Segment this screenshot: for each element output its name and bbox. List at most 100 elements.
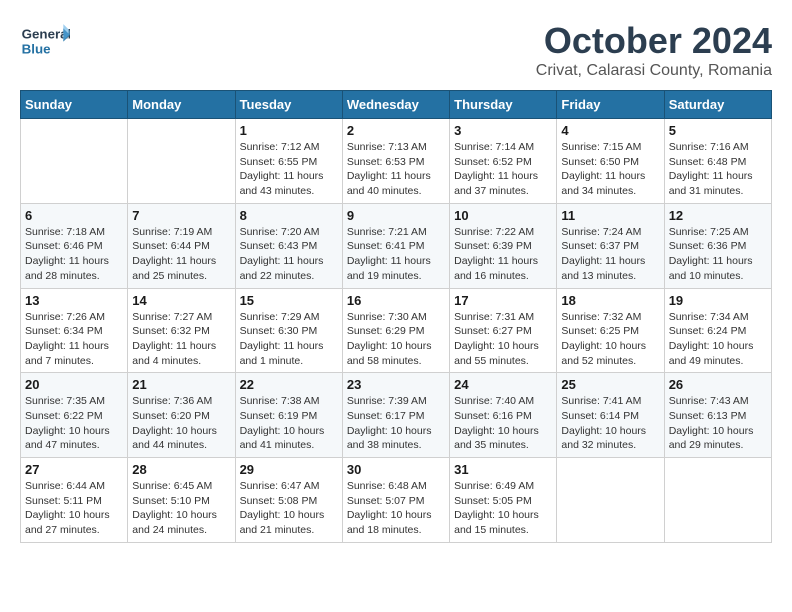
- weekday-header-row: SundayMondayTuesdayWednesdayThursdayFrid…: [21, 91, 772, 119]
- weekday-header: Sunday: [21, 91, 128, 119]
- title-area: October 2024 Crivat, Calarasi County, Ro…: [536, 20, 772, 80]
- calendar-week-row: 20 Sunrise: 7:35 AM Sunset: 6:22 PM Dayli…: [21, 373, 772, 458]
- calendar-cell: [664, 458, 771, 543]
- day-detail: Sunrise: 7:20 AM Sunset: 6:43 PM Dayligh…: [240, 225, 338, 284]
- day-detail: Sunrise: 7:16 AM Sunset: 6:48 PM Dayligh…: [669, 140, 767, 199]
- calendar-cell: 26 Sunrise: 7:43 AM Sunset: 6:13 PM Dayli…: [664, 373, 771, 458]
- calendar-cell: 20 Sunrise: 7:35 AM Sunset: 6:22 PM Dayli…: [21, 373, 128, 458]
- day-detail: Sunrise: 7:26 AM Sunset: 6:34 PM Dayligh…: [25, 310, 123, 369]
- day-number: 12: [669, 208, 767, 223]
- calendar-table: SundayMondayTuesdayWednesdayThursdayFrid…: [20, 90, 772, 543]
- day-detail: Sunrise: 7:41 AM Sunset: 6:14 PM Dayligh…: [561, 394, 659, 453]
- calendar-cell: 10 Sunrise: 7:22 AM Sunset: 6:39 PM Dayli…: [450, 203, 557, 288]
- calendar-cell: 23 Sunrise: 7:39 AM Sunset: 6:17 PM Dayli…: [342, 373, 449, 458]
- day-detail: Sunrise: 7:34 AM Sunset: 6:24 PM Dayligh…: [669, 310, 767, 369]
- month-title: October 2024: [536, 20, 772, 62]
- day-number: 9: [347, 208, 445, 223]
- calendar-week-row: 27Sunrise: 6:44 AM Sunset: 5:11 PM Dayli…: [21, 458, 772, 543]
- calendar-cell: 21 Sunrise: 7:36 AM Sunset: 6:20 PM Dayli…: [128, 373, 235, 458]
- day-detail: Sunrise: 7:19 AM Sunset: 6:44 PM Dayligh…: [132, 225, 230, 284]
- calendar-cell: 3 Sunrise: 7:14 AM Sunset: 6:52 PM Daylig…: [450, 119, 557, 204]
- calendar-cell: 12Sunrise: 7:25 AM Sunset: 6:36 PM Dayli…: [664, 203, 771, 288]
- day-number: 6: [25, 208, 123, 223]
- day-number: 19: [669, 293, 767, 308]
- calendar-cell: [557, 458, 664, 543]
- calendar-cell: 9 Sunrise: 7:21 AM Sunset: 6:41 PM Daylig…: [342, 203, 449, 288]
- day-number: 21: [132, 377, 230, 392]
- calendar-cell: 25Sunrise: 7:41 AM Sunset: 6:14 PM Dayli…: [557, 373, 664, 458]
- day-number: 14: [132, 293, 230, 308]
- location-title: Crivat, Calarasi County, Romania: [536, 62, 772, 80]
- day-number: 28: [132, 462, 230, 477]
- day-number: 16: [347, 293, 445, 308]
- calendar-cell: 28 Sunrise: 6:45 AM Sunset: 5:10 PM Dayli…: [128, 458, 235, 543]
- day-detail: Sunrise: 6:44 AM Sunset: 5:11 PM Dayligh…: [25, 479, 123, 538]
- weekday-header: Tuesday: [235, 91, 342, 119]
- svg-text:General: General: [22, 26, 70, 41]
- day-number: 29: [240, 462, 338, 477]
- logo: General Blue: [20, 20, 75, 60]
- day-number: 20: [25, 377, 123, 392]
- calendar-cell: 31Sunrise: 6:49 AM Sunset: 5:05 PM Dayli…: [450, 458, 557, 543]
- weekday-header: Monday: [128, 91, 235, 119]
- day-detail: Sunrise: 7:13 AM Sunset: 6:53 PM Dayligh…: [347, 140, 445, 199]
- day-number: 7: [132, 208, 230, 223]
- day-detail: Sunrise: 7:24 AM Sunset: 6:37 PM Dayligh…: [561, 225, 659, 284]
- day-detail: Sunrise: 7:39 AM Sunset: 6:17 PM Dayligh…: [347, 394, 445, 453]
- day-detail: Sunrise: 7:27 AM Sunset: 6:32 PM Dayligh…: [132, 310, 230, 369]
- day-number: 10: [454, 208, 552, 223]
- calendar-cell: 17Sunrise: 7:31 AM Sunset: 6:27 PM Dayli…: [450, 288, 557, 373]
- day-number: 26: [669, 377, 767, 392]
- calendar-cell: [128, 119, 235, 204]
- day-number: 2: [347, 123, 445, 138]
- day-detail: Sunrise: 7:22 AM Sunset: 6:39 PM Dayligh…: [454, 225, 552, 284]
- calendar-cell: 16 Sunrise: 7:30 AM Sunset: 6:29 PM Dayli…: [342, 288, 449, 373]
- logo-icon: General Blue: [20, 20, 70, 60]
- day-detail: Sunrise: 7:15 AM Sunset: 6:50 PM Dayligh…: [561, 140, 659, 199]
- calendar-cell: 24Sunrise: 7:40 AM Sunset: 6:16 PM Dayli…: [450, 373, 557, 458]
- calendar-cell: 30Sunrise: 6:48 AM Sunset: 5:07 PM Dayli…: [342, 458, 449, 543]
- weekday-header: Friday: [557, 91, 664, 119]
- day-number: 1: [240, 123, 338, 138]
- calendar-cell: 14 Sunrise: 7:27 AM Sunset: 6:32 PM Dayli…: [128, 288, 235, 373]
- calendar-cell: 27Sunrise: 6:44 AM Sunset: 5:11 PM Dayli…: [21, 458, 128, 543]
- day-detail: Sunrise: 7:32 AM Sunset: 6:25 PM Dayligh…: [561, 310, 659, 369]
- day-detail: Sunrise: 7:18 AM Sunset: 6:46 PM Dayligh…: [25, 225, 123, 284]
- calendar-cell: 6 Sunrise: 7:18 AM Sunset: 6:46 PM Daylig…: [21, 203, 128, 288]
- day-detail: Sunrise: 7:40 AM Sunset: 6:16 PM Dayligh…: [454, 394, 552, 453]
- calendar-cell: 13 Sunrise: 7:26 AM Sunset: 6:34 PM Dayli…: [21, 288, 128, 373]
- day-detail: Sunrise: 7:36 AM Sunset: 6:20 PM Dayligh…: [132, 394, 230, 453]
- day-detail: Sunrise: 7:35 AM Sunset: 6:22 PM Dayligh…: [25, 394, 123, 453]
- day-detail: Sunrise: 6:45 AM Sunset: 5:10 PM Dayligh…: [132, 479, 230, 538]
- svg-text:Blue: Blue: [22, 41, 51, 56]
- day-detail: Sunrise: 7:43 AM Sunset: 6:13 PM Dayligh…: [669, 394, 767, 453]
- day-number: 15: [240, 293, 338, 308]
- weekday-header: Thursday: [450, 91, 557, 119]
- calendar-cell: 8 Sunrise: 7:20 AM Sunset: 6:43 PM Daylig…: [235, 203, 342, 288]
- day-detail: Sunrise: 7:14 AM Sunset: 6:52 PM Dayligh…: [454, 140, 552, 199]
- day-detail: Sunrise: 7:29 AM Sunset: 6:30 PM Dayligh…: [240, 310, 338, 369]
- day-number: 4: [561, 123, 659, 138]
- day-detail: Sunrise: 7:30 AM Sunset: 6:29 PM Dayligh…: [347, 310, 445, 369]
- day-detail: Sunrise: 7:12 AM Sunset: 6:55 PM Dayligh…: [240, 140, 338, 199]
- calendar-cell: 19 Sunrise: 7:34 AM Sunset: 6:24 PM Dayli…: [664, 288, 771, 373]
- day-detail: Sunrise: 6:47 AM Sunset: 5:08 PM Dayligh…: [240, 479, 338, 538]
- day-detail: Sunrise: 7:38 AM Sunset: 6:19 PM Dayligh…: [240, 394, 338, 453]
- day-number: 23: [347, 377, 445, 392]
- header: General Blue October 2024 Crivat, Calara…: [20, 20, 772, 80]
- calendar-week-row: 13 Sunrise: 7:26 AM Sunset: 6:34 PM Dayli…: [21, 288, 772, 373]
- day-number: 13: [25, 293, 123, 308]
- day-number: 3: [454, 123, 552, 138]
- calendar-cell: 5Sunrise: 7:16 AM Sunset: 6:48 PM Daylig…: [664, 119, 771, 204]
- calendar-cell: 18 Sunrise: 7:32 AM Sunset: 6:25 PM Dayli…: [557, 288, 664, 373]
- calendar-cell: 22Sunrise: 7:38 AM Sunset: 6:19 PM Dayli…: [235, 373, 342, 458]
- day-detail: Sunrise: 6:48 AM Sunset: 5:07 PM Dayligh…: [347, 479, 445, 538]
- calendar-cell: 7 Sunrise: 7:19 AM Sunset: 6:44 PM Daylig…: [128, 203, 235, 288]
- day-detail: Sunrise: 7:21 AM Sunset: 6:41 PM Dayligh…: [347, 225, 445, 284]
- day-number: 18: [561, 293, 659, 308]
- calendar-cell: [21, 119, 128, 204]
- calendar-cell: 1 Sunrise: 7:12 AM Sunset: 6:55 PM Daylig…: [235, 119, 342, 204]
- calendar-week-row: 6 Sunrise: 7:18 AM Sunset: 6:46 PM Daylig…: [21, 203, 772, 288]
- day-number: 8: [240, 208, 338, 223]
- calendar-cell: 15 Sunrise: 7:29 AM Sunset: 6:30 PM Dayli…: [235, 288, 342, 373]
